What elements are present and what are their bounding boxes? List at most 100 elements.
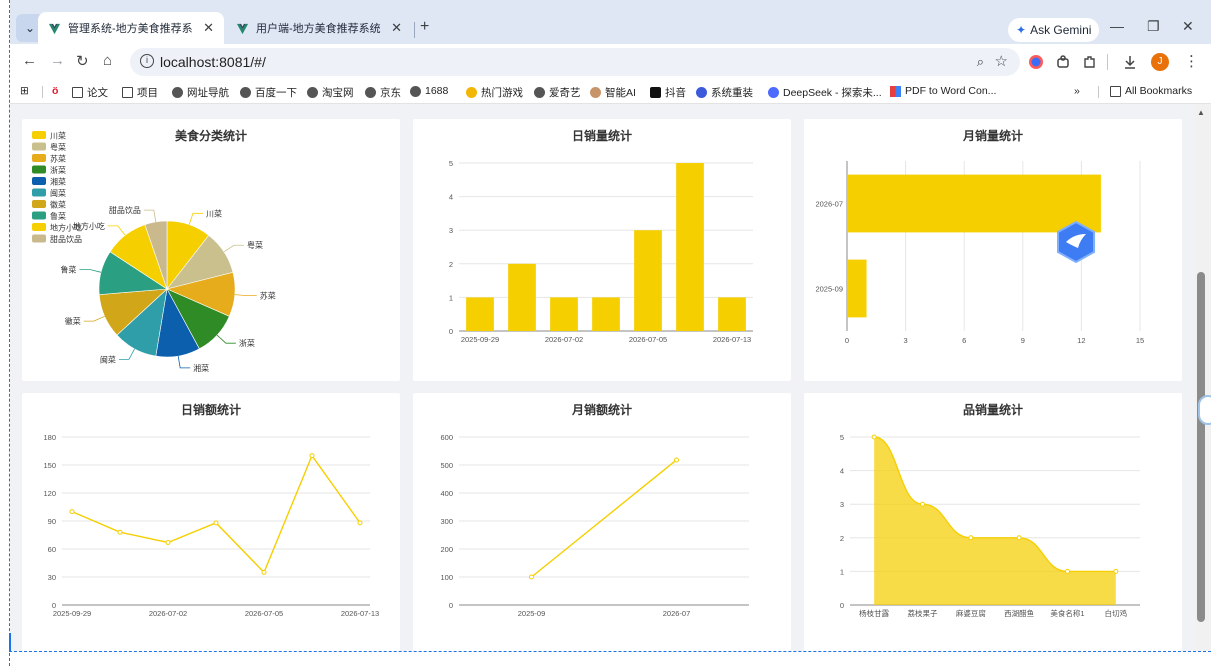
bookmark-link[interactable]: 百度一下 bbox=[240, 85, 297, 100]
bookmark-star-icon[interactable]: ☆ bbox=[995, 52, 1008, 70]
weibo-icon[interactable]: ӧ bbox=[52, 85, 58, 97]
bookmark-link[interactable]: 京东 bbox=[365, 85, 401, 100]
back-arrow-icon[interactable]: ← bbox=[22, 52, 37, 69]
new-tab-button[interactable]: + bbox=[420, 18, 429, 36]
series-line bbox=[71, 454, 361, 574]
y-tick-label: 180 bbox=[43, 433, 56, 442]
bookmark-link[interactable]: 系统重装 bbox=[696, 85, 753, 100]
bar bbox=[592, 297, 620, 331]
bookmark-link[interactable]: 热门游戏 bbox=[466, 85, 523, 100]
menu-dots-icon[interactable]: ⋮ bbox=[1184, 52, 1199, 70]
forward-arrow-icon[interactable]: → bbox=[50, 52, 65, 69]
pie-label-line bbox=[118, 348, 135, 360]
pie-label: 川菜 bbox=[206, 208, 222, 218]
close-icon[interactable]: ✕ bbox=[391, 20, 402, 36]
browser-toolbar: ← → ↻ ⌂ i localhost:8081/#/ ⌕ ☆ J ⋮ bbox=[10, 44, 1211, 80]
y-tick-label: 600 bbox=[440, 433, 453, 442]
x-tick-label: 2026-07-02 bbox=[149, 609, 187, 618]
legend-swatch bbox=[32, 188, 46, 197]
minimize-button[interactable]: — bbox=[1110, 18, 1124, 34]
x-tick-label: 9 bbox=[1021, 336, 1025, 345]
bookmark-link[interactable]: PDF to Word Con... bbox=[890, 85, 996, 97]
profile-avatar[interactable]: J bbox=[1151, 53, 1169, 71]
all-bookmarks-folder[interactable]: All Bookmarks bbox=[1110, 85, 1192, 97]
download-icon[interactable] bbox=[1122, 54, 1138, 70]
data-point bbox=[968, 535, 974, 541]
x-tick-label: 12 bbox=[1077, 336, 1085, 345]
y-tick-label: 150 bbox=[43, 461, 56, 470]
daily-revenue-card: 日销额统计 0 30 60 90 120 150 180 2025-09-29 2026-07-… bbox=[22, 393, 400, 651]
legend-swatch bbox=[32, 154, 46, 162]
y-tick-label: 4 bbox=[840, 467, 844, 476]
x-tick-label: 2026-07-05 bbox=[629, 335, 667, 344]
side-widget-handle[interactable] bbox=[1198, 395, 1211, 425]
bookmark-label: 网址导航 bbox=[187, 87, 229, 99]
extension-icon[interactable] bbox=[1055, 54, 1071, 70]
x-tick-label: 2025-09 bbox=[518, 609, 546, 618]
bookmark-link[interactable]: 爱奇艺 bbox=[534, 85, 581, 100]
x-tick-label: 15 bbox=[1136, 336, 1144, 345]
bar bbox=[718, 297, 746, 331]
scroll-thumb[interactable] bbox=[1197, 272, 1205, 622]
address-bar[interactable]: i localhost:8081/#/ ⌕ ☆ bbox=[130, 48, 1020, 76]
puzzle-icon[interactable] bbox=[1082, 54, 1098, 70]
bookmark-label: 1688 bbox=[425, 85, 449, 97]
y-tick-label: 0 bbox=[840, 601, 844, 610]
y-tick-label: 30 bbox=[48, 573, 56, 582]
x-tick-label: 白切鸡 bbox=[1105, 608, 1128, 618]
close-window-button[interactable]: ✕ bbox=[1182, 18, 1194, 35]
bar bbox=[634, 230, 662, 331]
reload-icon[interactable]: ↻ bbox=[76, 52, 89, 70]
bookmark-link[interactable]: 网址导航 bbox=[172, 85, 229, 100]
y-tick-label: 2025-09 bbox=[815, 285, 843, 294]
y-tick-label: 500 bbox=[440, 461, 453, 470]
home-icon[interactable]: ⌂ bbox=[103, 52, 112, 69]
pie-label: 粤菜 bbox=[247, 240, 263, 250]
bookmark-folder[interactable]: 论文 bbox=[72, 85, 108, 100]
bookmark-label: PDF to Word Con... bbox=[905, 85, 997, 97]
chevron-down-icon: ⌄ bbox=[24, 21, 36, 35]
pie-label-line bbox=[107, 225, 126, 236]
pie-label-line bbox=[79, 268, 102, 273]
legend-swatch bbox=[32, 131, 46, 139]
legend-swatch bbox=[32, 177, 46, 185]
y-tick-label: 90 bbox=[48, 517, 56, 526]
apps-grid-icon[interactable]: ⊞ bbox=[20, 85, 29, 97]
bookmark-link[interactable]: 智能AI bbox=[590, 85, 636, 100]
scroll-up-arrow-icon[interactable]: ▲ bbox=[1197, 108, 1205, 117]
color-extension-icon[interactable] bbox=[1028, 54, 1044, 70]
bar bbox=[676, 163, 704, 331]
bookmark-link[interactable]: DeepSeek - 探索未... bbox=[768, 85, 882, 100]
bar bbox=[847, 259, 867, 318]
pie-label: 闽菜 bbox=[100, 354, 116, 364]
tab-user[interactable]: 用户端-地方美食推荐系统 ✕ bbox=[226, 12, 412, 44]
pie-label: 鲁菜 bbox=[60, 264, 76, 274]
globe-icon bbox=[365, 87, 376, 98]
bookmark-link[interactable]: 淘宝网 bbox=[307, 85, 354, 100]
pie-label-line bbox=[216, 334, 236, 344]
legend-label: 湘菜 bbox=[50, 177, 66, 187]
bookmarks-bar: ⊞ ӧ 论文 项目 网址导航 百度一下 淘宝网 京东 1688 热门游戏 爱奇艺… bbox=[10, 80, 1211, 104]
restore-button[interactable]: ❐ bbox=[1147, 18, 1160, 35]
bookmark-link[interactable]: 抖音 bbox=[650, 85, 686, 100]
bookmark-link[interactable]: 1688 bbox=[410, 85, 448, 97]
bookmark-folder[interactable]: 项目 bbox=[122, 85, 158, 100]
close-icon[interactable]: ✕ bbox=[203, 20, 214, 36]
ask-gemini-button[interactable]: ✦ Ask Gemini bbox=[1008, 18, 1100, 42]
x-tick-label: 荔枝果子 bbox=[908, 608, 938, 618]
pie-label: 浙菜 bbox=[239, 338, 255, 348]
tab-title: 用户端-地方美食推荐系统 bbox=[256, 23, 381, 35]
floating-bird-app-icon[interactable] bbox=[1056, 220, 1096, 264]
x-tick-label: 2025-09-29 bbox=[461, 335, 499, 344]
zoom-icon[interactable]: ⌕ bbox=[977, 54, 984, 70]
tab-admin[interactable]: 管理系统-地方美食推荐系统 ✕ bbox=[38, 12, 224, 44]
selection-border bbox=[9, 651, 1211, 652]
site-info-icon[interactable]: i bbox=[140, 54, 154, 68]
legend-swatch bbox=[32, 165, 46, 174]
toolbar-divider bbox=[1107, 54, 1108, 70]
globe-icon bbox=[240, 87, 251, 98]
ai-avatar-icon bbox=[590, 87, 601, 98]
more-bookmarks-chevron-icon[interactable]: » bbox=[1074, 85, 1080, 97]
legend-swatch bbox=[32, 142, 46, 151]
bookmark-divider bbox=[1098, 86, 1099, 98]
